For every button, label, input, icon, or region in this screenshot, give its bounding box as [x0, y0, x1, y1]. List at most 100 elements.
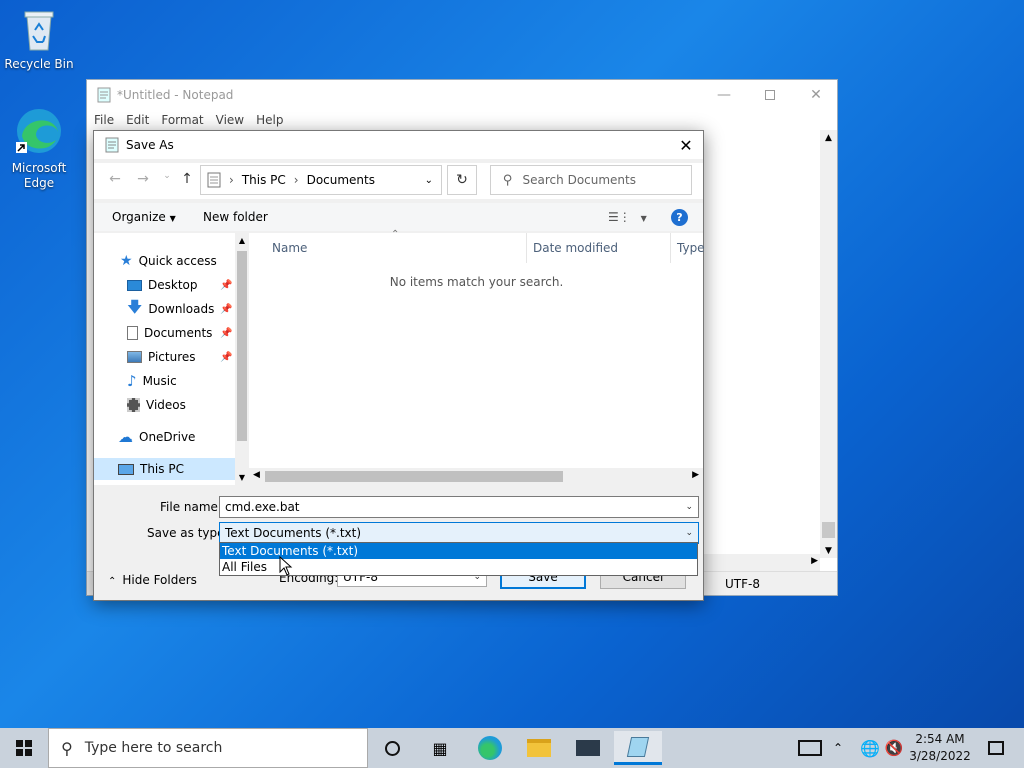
pin-icon[interactable]: 📌 — [220, 328, 232, 339]
taskbar-clock[interactable]: 2:54 AM 3/28/2022 — [904, 731, 976, 765]
notepad-menubar: File Edit Format View Help — [87, 110, 837, 130]
breadcrumb-documents[interactable]: Documents — [307, 173, 375, 187]
save-as-type-label: Save as type: — [147, 526, 229, 540]
tree-item-music[interactable]: ♪ Music — [127, 370, 177, 392]
column-label: Date modified — [533, 241, 619, 255]
pin-icon[interactable]: 📌 — [220, 304, 232, 315]
task-view-button[interactable]: ▦ — [420, 734, 460, 762]
scroll-up-icon[interactable]: ▲ — [820, 130, 837, 143]
desktop-icon-edge[interactable]: Microsoft Edge — [1, 106, 77, 191]
column-divider[interactable] — [526, 233, 527, 263]
taskbar-mail[interactable] — [568, 734, 608, 762]
column-header-type[interactable]: Type — [677, 237, 705, 259]
notepad-horizontal-scrollbar[interactable]: ▶ — [703, 554, 820, 571]
breadcrumb-this-pc[interactable]: This PC — [242, 173, 286, 187]
tree-scrollbar[interactable]: ▲ ▼ — [235, 233, 249, 485]
help-icon[interactable]: ? — [671, 208, 688, 226]
refresh-button[interactable]: ↻ — [447, 165, 477, 195]
scroll-down-icon[interactable]: ▼ — [820, 546, 837, 556]
desktop-icon-label: Microsoft Edge — [11, 161, 67, 190]
column-divider[interactable] — [670, 233, 671, 263]
tree-label: Documents — [144, 326, 213, 340]
tree-item-documents[interactable]: Documents — [127, 322, 212, 344]
file-list-horizontal-scrollbar[interactable]: ◀ ▶ — [249, 468, 703, 485]
file-name-input[interactable]: cmd.exe.bat ⌄ — [219, 496, 699, 518]
cortana-circle-icon — [384, 740, 400, 756]
desktop-icon-recycle-bin[interactable]: Recycle Bin — [1, 6, 77, 71]
menu-edit[interactable]: Edit — [126, 113, 149, 127]
recent-chevron-icon[interactable]: ⌄ — [158, 171, 176, 189]
edge-icon — [16, 109, 61, 153]
up-arrow-icon[interactable]: ↑ — [178, 171, 196, 189]
tree-item-quick-access[interactable]: ★ Quick access — [120, 250, 217, 272]
column-header-name[interactable]: Name — [272, 237, 307, 259]
scroll-right-icon[interactable]: ▶ — [692, 470, 699, 480]
notifications-button[interactable] — [976, 734, 1016, 762]
tree-label: Downloads — [148, 302, 215, 316]
address-bar[interactable]: › This PC › Documents ⌄ — [200, 165, 442, 195]
news-widget-icon[interactable] — [790, 734, 830, 762]
taskbar-file-explorer[interactable] — [519, 734, 559, 762]
tree-item-onedrive[interactable]: ☁ OneDrive — [118, 426, 195, 448]
windows-logo-icon — [16, 740, 32, 756]
volume-icon[interactable]: 🔇 — [882, 734, 906, 762]
pin-icon[interactable]: 📌 — [220, 352, 232, 363]
organize-button[interactable]: Organize ▼ — [112, 210, 176, 224]
show-hidden-icons-button[interactable]: ⌃ — [826, 734, 850, 762]
start-button[interactable] — [4, 734, 44, 762]
scroll-up-icon[interactable]: ▲ — [235, 233, 249, 245]
status-encoding: UTF-8 — [725, 577, 760, 591]
scroll-right-icon[interactable]: ▶ — [811, 556, 818, 566]
scroll-left-icon[interactable]: ◀ — [253, 470, 260, 480]
notepad-vertical-scrollbar[interactable]: ▲ ▼ — [820, 130, 837, 558]
tree-item-this-pc[interactable]: This PC — [94, 458, 235, 480]
cortana-button[interactable] — [372, 734, 412, 762]
breadcrumb-separator-icon: › — [229, 173, 234, 187]
scroll-thumb[interactable] — [237, 251, 247, 441]
documents-icon — [207, 172, 221, 188]
pin-icon[interactable]: 📌 — [220, 280, 232, 291]
hide-folders-button[interactable]: ⌃ Hide Folders — [108, 573, 197, 587]
menu-format[interactable]: Format — [161, 113, 203, 127]
file-name-value: cmd.exe.bat — [225, 500, 300, 514]
navigation-bar: ← → ⌄ ↑ › This PC › Documents ⌄ ↻ ⚲ Sear… — [94, 163, 703, 199]
taskbar-notepad[interactable] — [614, 731, 662, 765]
search-box[interactable]: ⚲ Search Documents — [490, 165, 692, 195]
taskbar: ⚲ Type here to search ▦ ⌃ 🌐 🔇 2:54 AM 3/… — [0, 728, 1024, 768]
network-icon[interactable]: 🌐 — [858, 734, 882, 762]
tree-item-downloads[interactable]: 🡇 Downloads — [127, 298, 214, 320]
close-button[interactable]: ✕ — [793, 80, 839, 110]
hide-folders-label: Hide Folders — [122, 573, 197, 587]
scroll-down-icon[interactable]: ▼ — [235, 473, 249, 482]
column-header-date-modified[interactable]: Date modified — [533, 237, 618, 259]
maximize-button[interactable] — [747, 80, 793, 110]
tree-label: Quick access — [138, 254, 217, 268]
taskbar-search-box[interactable]: ⚲ Type here to search — [48, 728, 368, 768]
save-as-type-select[interactable]: Text Documents (*.txt) ⌄ — [219, 522, 699, 544]
back-arrow-icon[interactable]: ← — [106, 171, 124, 189]
taskbar-edge[interactable] — [470, 734, 510, 762]
save-as-dialog: Save As ✕ ← → ⌄ ↑ › This PC › Documents … — [93, 130, 705, 601]
address-dropdown-icon[interactable]: ⌄ — [425, 175, 433, 186]
new-folder-button[interactable]: New folder — [203, 210, 268, 224]
menu-file[interactable]: File — [94, 113, 114, 127]
download-arrow-icon: 🡇 — [127, 297, 143, 316]
menu-help[interactable]: Help — [256, 113, 283, 127]
menu-view[interactable]: View — [216, 113, 244, 127]
chevron-down-icon[interactable]: ⌄ — [685, 502, 693, 512]
forward-arrow-icon[interactable]: → — [134, 171, 152, 189]
clock-time: 2:54 AM — [915, 732, 965, 746]
dialog-close-button[interactable]: ✕ — [669, 131, 703, 159]
chevron-down-icon[interactable]: ⌄ — [685, 528, 693, 538]
view-options-button[interactable]: ☰⋮ ▼ — [608, 210, 647, 224]
dialog-titlebar: Save As — [94, 131, 703, 159]
notepad-title: *Untitled - Notepad — [117, 88, 234, 102]
desktop-folder-icon — [127, 279, 142, 291]
minimize-button[interactable]: — — [701, 80, 747, 110]
scroll-thumb[interactable] — [265, 471, 563, 482]
tree-item-videos[interactable]: Videos — [127, 394, 186, 416]
tree-item-desktop[interactable]: Desktop — [127, 274, 198, 296]
scroll-thumb[interactable] — [822, 522, 835, 538]
tree-label: Videos — [146, 398, 186, 412]
tree-item-pictures[interactable]: Pictures — [127, 346, 196, 368]
